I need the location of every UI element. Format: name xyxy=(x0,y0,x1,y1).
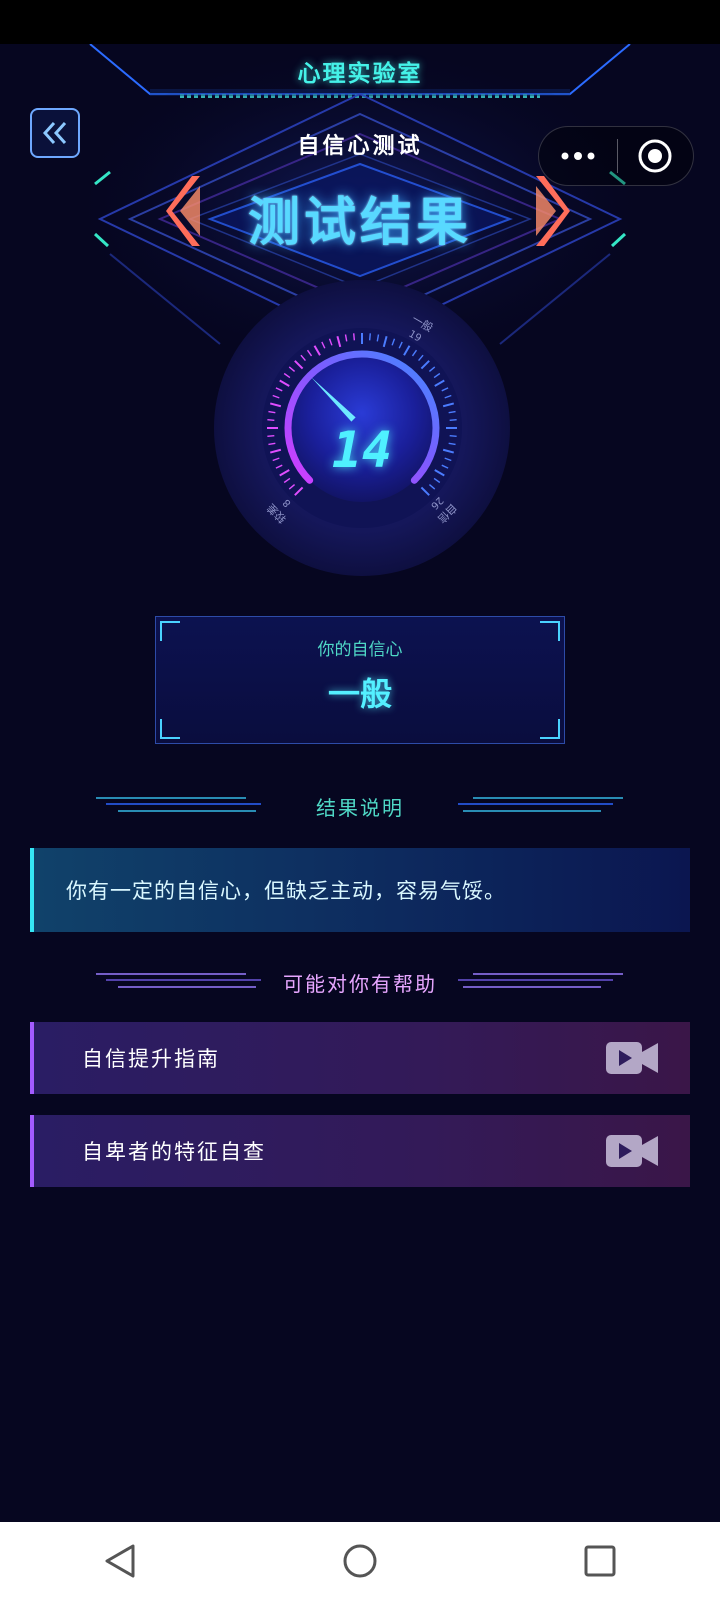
explanation-heading-text: 结果说明 xyxy=(316,796,404,820)
nav-home-button[interactable] xyxy=(330,1531,390,1591)
test-name: 自信心测试 xyxy=(297,134,423,159)
result-title: 测试结果 xyxy=(247,193,472,253)
result-label: 你的自信心 xyxy=(317,640,403,660)
corner-decoration xyxy=(540,719,560,739)
help-heading-text: 可能对你有帮助 xyxy=(283,972,437,996)
explanation-text: 你有一定的自信心，但缺乏主动，容易气馁。 xyxy=(66,879,506,903)
video-icon xyxy=(606,1135,658,1167)
gauge-tick xyxy=(368,333,371,341)
app-title: 心理实验室 xyxy=(297,61,423,87)
corner-decoration xyxy=(160,719,180,739)
score-value: 14 xyxy=(331,421,393,479)
explanation-card: 你有一定的自信心，但缺乏主动，容易气馁。 xyxy=(30,848,690,932)
nav-back-button[interactable] xyxy=(90,1531,150,1591)
nav-recents-button[interactable] xyxy=(570,1531,630,1591)
help-item-label: 自信提升指南 xyxy=(82,1047,220,1071)
score-gauge: 8 较差 19 一般 26 自信 14 xyxy=(212,278,512,578)
circle-home-icon xyxy=(343,1544,377,1578)
confidence-result-card: 你的自信心 一般 xyxy=(155,616,565,744)
system-navigation-bar xyxy=(0,1522,720,1600)
video-icon xyxy=(606,1042,658,1074)
result-level: 一般 xyxy=(327,675,392,713)
help-heading: 可能对你有帮助 xyxy=(0,960,720,1000)
help-item-label: 自卑者的特征自查 xyxy=(82,1140,266,1164)
triangle-back-icon xyxy=(105,1544,135,1578)
help-item-confidence-guide[interactable]: 自信提升指南 xyxy=(30,1022,690,1094)
status-bar xyxy=(0,0,720,44)
help-item-self-check[interactable]: 自卑者的特征自查 xyxy=(30,1115,690,1187)
next-arrow-icon[interactable] xyxy=(530,176,570,246)
square-recents-icon xyxy=(584,1545,616,1577)
gauge-tick xyxy=(353,333,356,341)
explanation-heading: 结果说明 xyxy=(0,784,720,824)
